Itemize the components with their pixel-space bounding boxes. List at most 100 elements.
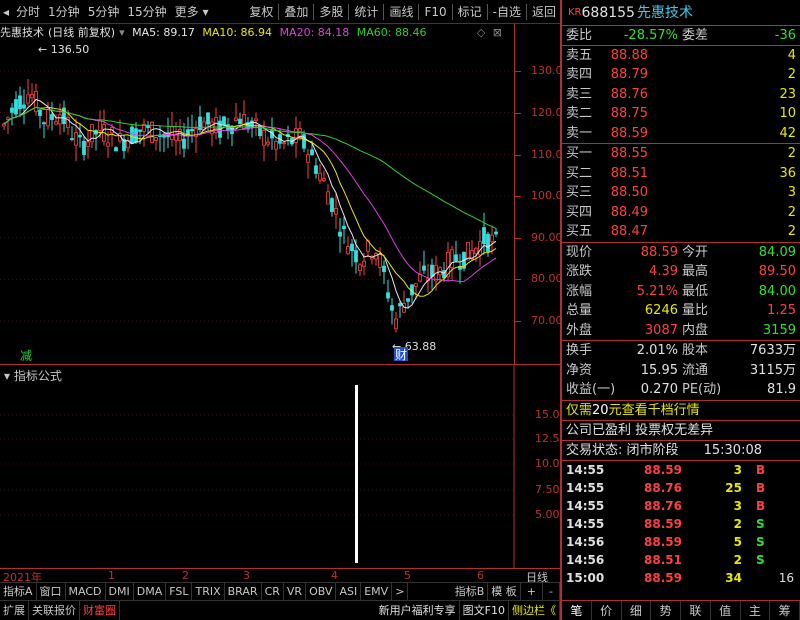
tick-price: 88.59 [644,462,682,477]
price-axis-tick [515,113,521,114]
asi-tab[interactable]: ASI [336,582,362,601]
tick-price: 88.76 [644,480,682,495]
reduce-holding-marker[interactable]: 减 [20,349,32,362]
promo-link[interactable]: 仅需20元查看千档行情 [566,401,700,421]
window-tab[interactable]: 窗口 [37,582,66,601]
brar-tab[interactable]: BRAR [225,582,262,601]
collapse-icon[interactable]: ▾ [4,369,10,383]
quote-tab[interactable]: 笔 [562,601,592,620]
candle-body [398,303,402,307]
sell-row[interactable]: 卖三 88.76 23 [562,85,800,105]
ma20-label: MA20: 84.18 [279,26,350,39]
new-user-benefit-link[interactable]: 新用户福利专享 [376,600,460,620]
promo-row[interactable]: 仅需20元查看千档行情 [562,401,800,421]
quote-tab[interactable]: 联 [681,601,711,620]
expand-tab[interactable]: 扩展 [0,600,29,620]
f10-graphic-link[interactable]: 图文F10 [460,600,509,620]
fundamental-value: 3115万 [749,362,796,378]
quote-tab[interactable]: 主 [741,601,771,620]
sell-row[interactable]: 卖五 88.88 4 [562,46,800,66]
buy-volume: 2 [787,204,796,220]
quote-tab[interactable]: 势 [651,601,681,620]
tick-volume: 2 [733,516,742,531]
candle-body [334,208,338,215]
price-axis: 130.0 120.0 110.0 100.0 90.00 80.00 70.00 [514,24,563,364]
related-quotes-tab[interactable]: 关联报价 [29,600,80,620]
quote-tab[interactable]: 筹 [770,601,800,620]
more-indicators-arrow[interactable]: > [392,582,409,601]
sell-row[interactable]: 卖一 88.59 42 [562,124,800,144]
remove-window-button[interactable]: - [543,582,560,601]
emv-tab[interactable]: EMV [361,582,393,601]
candlestick-chart[interactable]: ← 136.50← 63.88减财 [0,40,514,362]
statistics-button[interactable]: 统计 [350,0,382,24]
candle-body [222,116,226,126]
sell-row[interactable]: 卖四 88.79 2 [562,65,800,85]
finance-report-marker[interactable]: 财 [395,348,407,362]
tab-1min[interactable]: 1分钟 [44,0,84,24]
fundamental-label: 股本 [682,343,709,358]
chart-dropdown-icon[interactable]: ▾ [119,26,125,39]
price-axis-tick [515,279,521,280]
template-tab[interactable]: 模 板 [488,582,521,601]
mark-button[interactable]: 标记 [454,0,486,24]
overlay-button[interactable]: 叠加 [280,0,312,24]
indicator-chart[interactable] [0,365,560,569]
dmi-tab[interactable]: DMI [106,582,134,601]
indicator-b-tab[interactable]: 指标B [452,582,489,601]
sell-volume: 42 [779,125,796,141]
macd-tab[interactable]: MACD [66,582,106,601]
vr-tab[interactable]: VR [284,582,307,601]
stock-app: ◂ 分时 1分钟 5分钟 15分钟 更多 ▾ 复权 叠加 多股 统计 画线 F1… [0,0,800,620]
back-button[interactable]: 返回 [528,0,560,24]
quote-tab[interactable]: 值 [711,601,741,620]
indicator-title[interactable]: ▾ 指标公式 [4,367,62,384]
wealth-circle-tab[interactable]: 财富圈 [80,600,120,620]
add-window-button[interactable]: + [521,582,544,601]
tab-15min[interactable]: 15分钟 [123,0,170,24]
fsl-tab[interactable]: FSL [166,582,193,601]
tab-more[interactable]: 更多 ▾ [171,0,213,24]
candle-body [34,90,38,113]
settings-diamond-icon[interactable]: ◇ [477,26,485,39]
candle-body [46,109,50,127]
tab-5min[interactable]: 5分钟 [84,0,124,24]
prev-arrow-icon[interactable]: ◂ [0,5,12,19]
multi-stock-button[interactable]: 多股 [315,0,347,24]
f10-button[interactable]: F10 [420,0,450,24]
candle-body [30,94,34,99]
chart-stock-name: 先惠技术 [0,26,44,39]
quote-tab[interactable]: 细 [622,601,652,620]
buy-level-label: 买三 [566,185,593,200]
trix-tab[interactable]: TRIX [192,582,225,601]
dma-tab[interactable]: DMA [134,582,167,601]
sidebar-toggle[interactable]: 侧边栏《 [509,600,560,620]
obv-tab[interactable]: OBV [306,582,337,601]
buy-row[interactable]: 买二 88.51 36 [562,164,800,184]
draw-line-button[interactable]: 画线 [385,0,417,24]
buy-level-label: 买一 [566,146,593,161]
buy-row[interactable]: 买四 88.49 2 [562,203,800,223]
tab-timeshare[interactable]: 分时 [12,0,44,24]
candle-body [314,165,318,174]
cr-tab[interactable]: CR [262,582,284,601]
fundamental-value: 81.9 [767,382,796,397]
buy-row[interactable]: 买五 88.47 2 [562,222,800,242]
tick-time: 14:56 [566,534,605,549]
restore-rights-button[interactable]: 复权 [245,0,277,24]
price-axis-tick [515,71,521,72]
price-axis-label: 110.0 [531,148,563,161]
sell-row[interactable]: 卖二 88.75 10 [562,104,800,124]
close-icon[interactable]: ⊠ [493,26,502,39]
indicator-title-text: 指标公式 [13,369,62,383]
fundamental-label: 收益(一) [566,382,616,397]
indicator-a-tab[interactable]: 指标A [0,582,37,601]
sell-price: 88.79 [610,67,648,82]
buy-row[interactable]: 买三 88.50 3 [562,183,800,203]
candle-body [38,109,42,116]
quote-tab[interactable]: 价 [592,601,622,620]
sell-book: 卖五 88.88 4 卖四 88.79 2 卖三 88.76 23 卖二 88.75 … [562,46,800,144]
fundamental-label: 换手 [566,343,593,358]
buy-row[interactable]: 买一 88.55 2 [562,144,800,164]
remove-watchlist-button[interactable]: -自选 [489,0,525,24]
